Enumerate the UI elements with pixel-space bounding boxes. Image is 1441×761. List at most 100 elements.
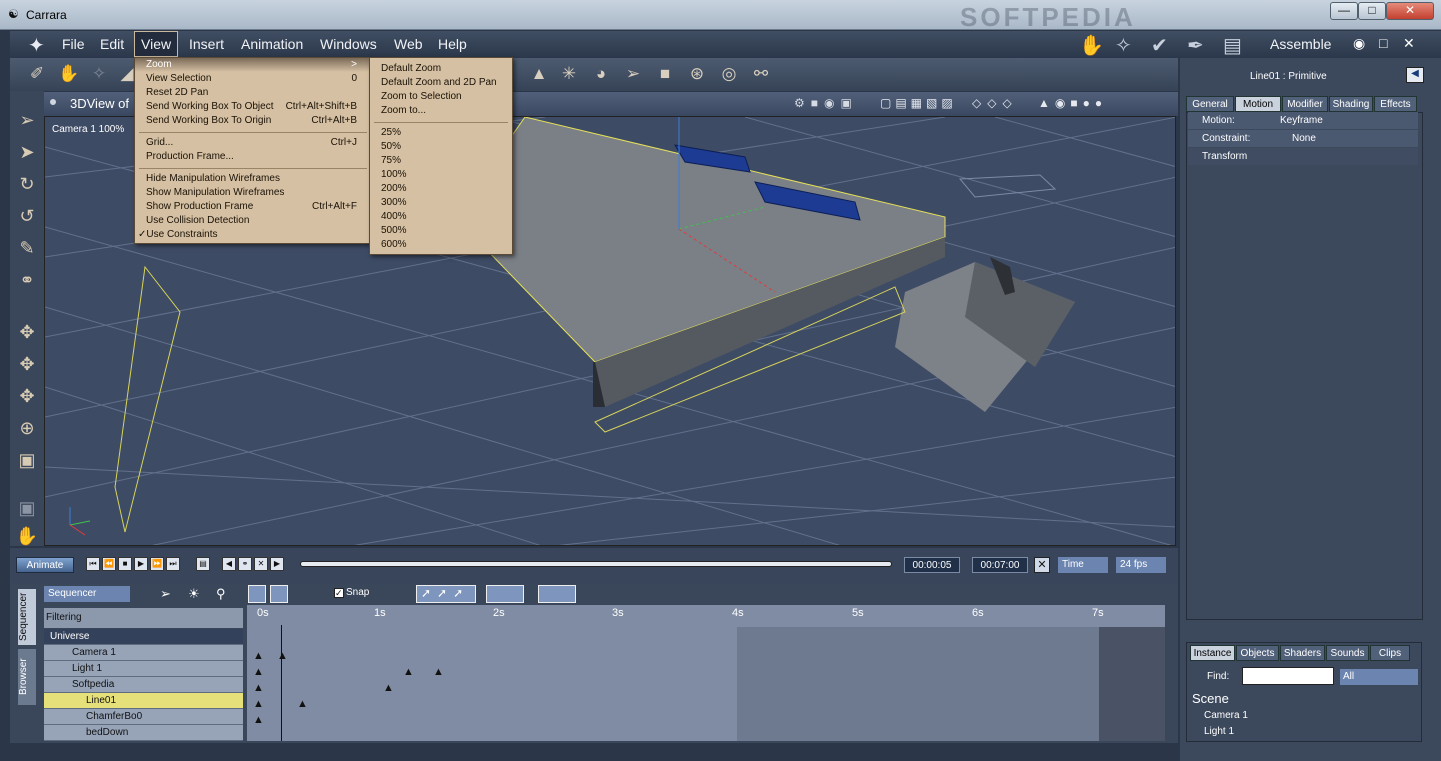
fps-select[interactable]: 24 fps [1116, 557, 1166, 573]
spin-icon[interactable]: ↺ [14, 203, 40, 229]
view-menu-item-grid[interactable]: Grid... Ctrl+J [135, 136, 371, 150]
zoom-item-600[interactable]: 600% [370, 238, 512, 252]
snap-frame-icon[interactable] [270, 585, 288, 603]
track-row-line01[interactable]: Line01 [44, 693, 243, 709]
time-slider[interactable] [300, 561, 892, 567]
keyframe-icon[interactable]: ▲ [277, 650, 288, 662]
zoom-item-default[interactable]: Default Zoom [370, 62, 512, 76]
tab-general[interactable]: General [1186, 96, 1234, 112]
total-time-field[interactable]: 00:07:00 [972, 557, 1028, 573]
hand-tool-icon[interactable]: ✋ [14, 523, 40, 549]
texture-room-icon[interactable]: ✒ [1187, 33, 1204, 58]
tab-shaders[interactable]: Shaders [1280, 645, 1325, 661]
rewind-icon[interactable]: ⏪ [102, 557, 116, 571]
constraint-row[interactable]: Constraint: None [1188, 130, 1418, 147]
camera-icon[interactable]: ■ [652, 62, 678, 86]
minimize-button[interactable]: — [1330, 2, 1358, 20]
track-row-light[interactable]: Light 1 [44, 661, 243, 677]
tween-icons[interactable]: ➚➚➚ [416, 585, 476, 603]
track-row-chamfer[interactable]: ChamferBo0 [44, 709, 243, 725]
view-menu-item-send-to-origin[interactable]: Send Working Box To Origin Ctrl+Alt+B [135, 114, 371, 128]
link-icon[interactable]: ⚭ [14, 267, 40, 293]
view-menu-item-production-frame[interactable]: Production Frame... [135, 150, 371, 164]
track-area[interactable]: 0s 1s 2s 3s 4s 5s 6s 7s ▲ ▲ ▲ ▲ ▲ ▲ ▲ ▲ … [247, 605, 1165, 741]
view-menu-item-constraints[interactable]: ✓Use Constraints [135, 228, 371, 242]
menu-edit[interactable]: Edit [100, 36, 124, 52]
select-arrow-icon[interactable]: ➢ [14, 107, 40, 133]
render-icon[interactable]: ▲◉■●● [1038, 96, 1107, 110]
tab-objects[interactable]: Objects [1236, 645, 1279, 661]
tab-instance[interactable]: Instance [1190, 645, 1235, 661]
target-icon[interactable]: ◎ [716, 62, 742, 86]
zoom-item-500[interactable]: 500% [370, 224, 512, 238]
sun-icon[interactable]: ☀ [188, 586, 200, 602]
plant-icon[interactable]: ✳ [556, 62, 582, 86]
group-icon[interactable]: ⊛ [684, 62, 710, 86]
time-mode-select[interactable]: Time [1058, 557, 1108, 573]
key-icon[interactable]: ⚭ [238, 557, 252, 571]
bounce-icons[interactable] [538, 585, 576, 603]
curve-icons[interactable] [486, 585, 524, 603]
camera-tool-icon[interactable]: ▣ [14, 495, 40, 521]
prev-key-icon[interactable]: ◀ [222, 557, 236, 571]
snap-checkbox[interactable]: ✓ [334, 588, 344, 598]
view-menu-item-reset-pan[interactable]: Reset 2D Pan [135, 86, 371, 100]
stop-icon[interactable]: ■ [118, 557, 132, 571]
tab-clips[interactable]: Clips [1370, 645, 1410, 661]
keyframe-icon[interactable]: ▲ [433, 666, 444, 678]
storyboard-room-icon[interactable]: ✔ [1151, 33, 1168, 58]
menu-help[interactable]: Help [438, 36, 467, 52]
zoom-item-400[interactable]: 400% [370, 210, 512, 224]
tab-shading[interactable]: Shading [1329, 96, 1373, 112]
mode-select[interactable]: Sequencer [44, 586, 130, 602]
arrow-tool-icon[interactable]: ➢ [160, 586, 171, 602]
next-key-icon[interactable]: ▶ [270, 557, 284, 571]
motion-value[interactable]: Keyframe [1280, 112, 1323, 129]
hand-icon[interactable]: ✋ [56, 62, 82, 86]
play-icon[interactable]: ▶ [134, 557, 148, 571]
go-start-icon[interactable]: ⏮ [86, 557, 100, 571]
model-room-icon[interactable]: ✧ [1115, 33, 1132, 58]
pin-icon[interactable]: ◀ [1406, 67, 1424, 83]
menu-web[interactable]: Web [394, 36, 423, 52]
browser-item-light[interactable]: Light 1 [1204, 726, 1234, 737]
keyframe-icon[interactable]: ▲ [253, 698, 264, 710]
keyframe-icon[interactable]: ▲ [297, 698, 308, 710]
zoom-item-50[interactable]: 50% [370, 140, 512, 154]
fast-forward-icon[interactable]: ⏩ [150, 557, 164, 571]
zoom-item-200[interactable]: 200% [370, 182, 512, 196]
view-menu-item-show-wireframes[interactable]: Show Manipulation Wireframes [135, 186, 371, 200]
maximize-button[interactable]: □ [1358, 2, 1386, 20]
track-row-beddown[interactable]: bedDown [44, 725, 243, 741]
track-row-camera[interactable]: Camera 1 [44, 645, 243, 661]
zoom-item-selection[interactable]: Zoom to Selection [370, 90, 512, 104]
keyframe-icon[interactable]: ▲ [403, 666, 414, 678]
move-arrow-icon[interactable]: ➤ [14, 139, 40, 165]
menu-view[interactable]: View [134, 31, 179, 57]
tab-motion[interactable]: Motion [1235, 96, 1281, 112]
view-tools-icon[interactable]: ⚙■◉▣ [794, 96, 858, 110]
side-tab-browser[interactable]: Browser [18, 649, 36, 705]
browser-item-camera[interactable]: Camera 1 [1204, 710, 1248, 721]
view-menu-item-hide-wireframes[interactable]: Hide Manipulation Wireframes [135, 172, 371, 186]
orbit-icon[interactable]: ⊕ [14, 415, 40, 441]
rotate-icon[interactable]: ↻ [14, 171, 40, 197]
close-button[interactable]: ✕ [1386, 2, 1434, 20]
find-input[interactable] [1242, 667, 1334, 685]
pencil-icon[interactable]: ✎ [14, 235, 40, 261]
keyframe-icon[interactable]: ▲ [253, 682, 264, 694]
eye-icon[interactable]: ◉ [1353, 35, 1365, 52]
menu-windows[interactable]: Windows [320, 36, 377, 52]
track-row-universe[interactable]: Universe [44, 629, 243, 645]
keyframe-icon[interactable]: ▲ [383, 682, 394, 694]
tab-modifier[interactable]: Modifier [1282, 96, 1328, 112]
filter-select[interactable]: All [1340, 669, 1418, 685]
time-cursor[interactable] [281, 625, 282, 741]
view-menu-item-show-production-frame[interactable]: Show Production Frame Ctrl+Alt+F [135, 200, 371, 214]
view-menu-item-send-to-object[interactable]: Send Working Box To Object Ctrl+Alt+Shift… [135, 100, 371, 114]
side-tab-sequencer[interactable]: Sequencer [18, 589, 36, 645]
tab-sounds[interactable]: Sounds [1326, 645, 1369, 661]
zoom-item-100[interactable]: 100% [370, 168, 512, 182]
pan-icon[interactable]: ✥ [14, 319, 40, 345]
view-menu-item-collision[interactable]: Use Collision Detection [135, 214, 371, 228]
